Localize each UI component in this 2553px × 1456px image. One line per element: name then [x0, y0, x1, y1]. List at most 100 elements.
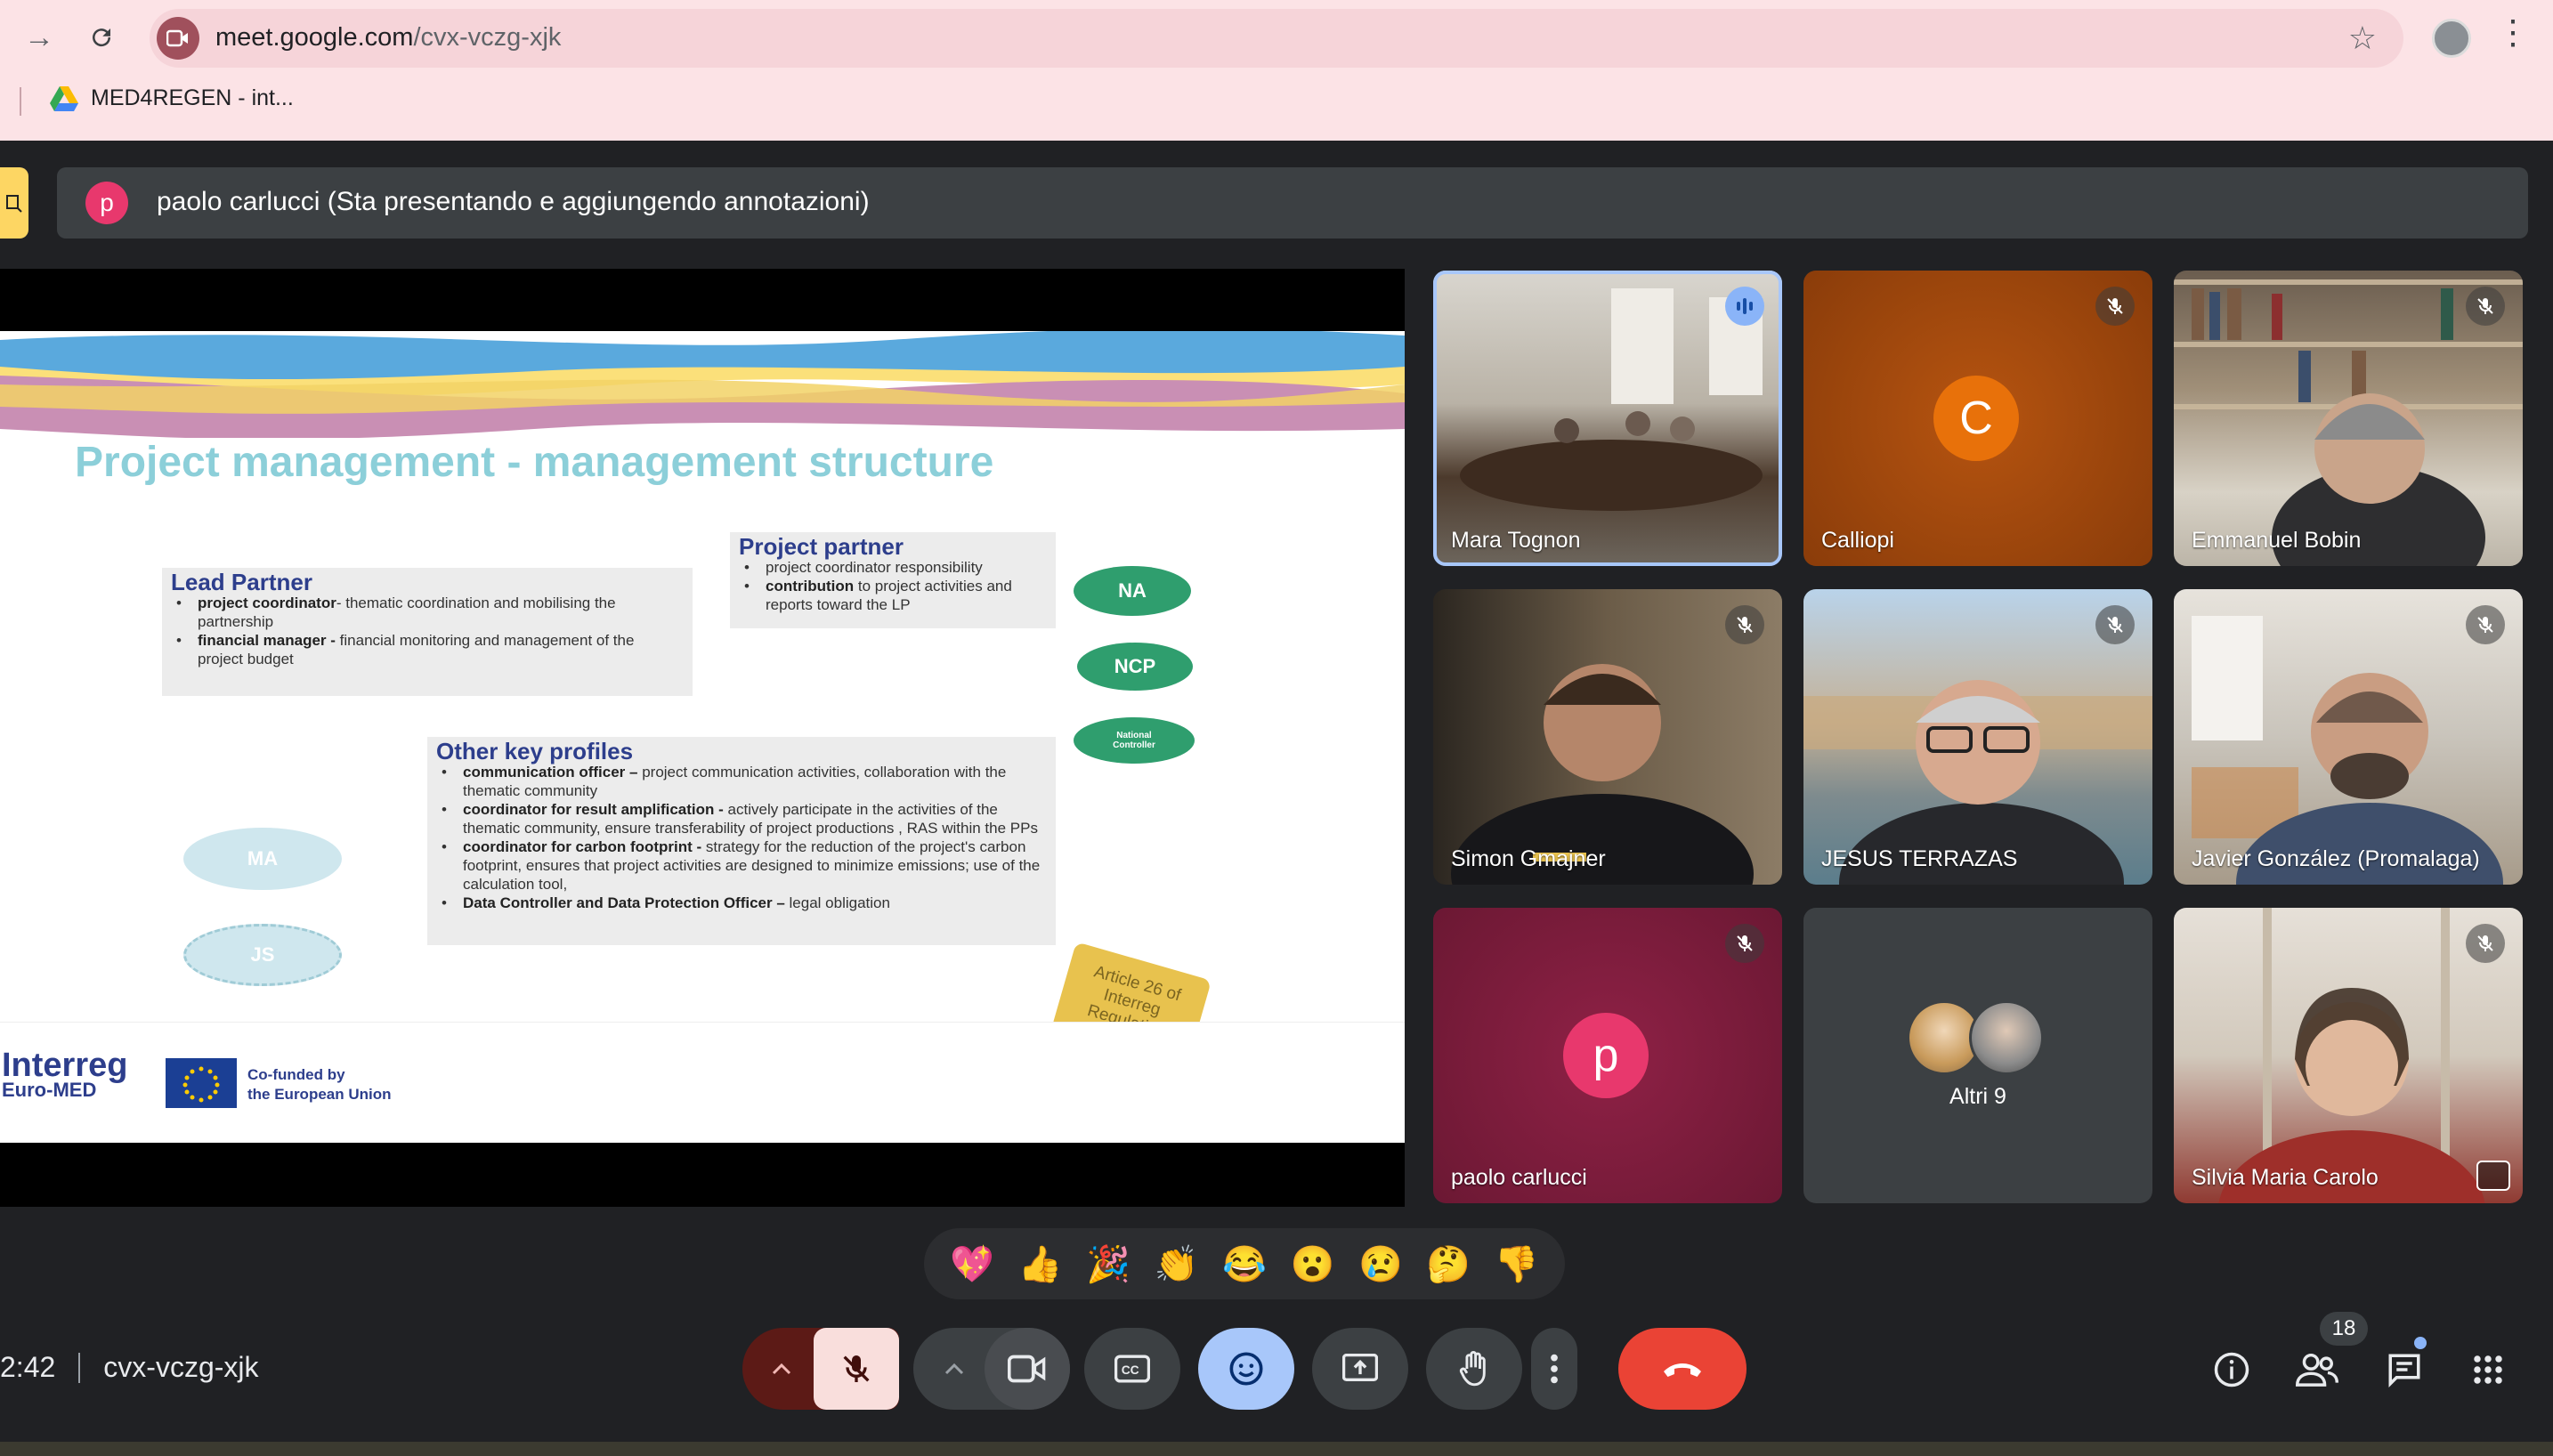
mic-toggle-button[interactable]: [814, 1328, 899, 1410]
participant-avatar: [1969, 1000, 2044, 1075]
more-options-button[interactable]: [1531, 1328, 1577, 1410]
url-text[interactable]: meet.google.com/cvx-vczg-xjk: [215, 23, 561, 53]
forward-icon[interactable]: →: [20, 18, 59, 57]
profile-avatar[interactable]: [2432, 19, 2471, 58]
bookmark-label: MED4REGEN - int...: [91, 85, 294, 110]
presenter-status: paolo carlucci (Sta presentando e aggiun…: [157, 187, 870, 216]
presenter-banner: p paolo carlucci (Sta presentando e aggi…: [57, 167, 2528, 239]
reaction-sparkling-heart[interactable]: 💖: [945, 1243, 999, 1285]
desktop-background-strip: [0, 1442, 2553, 1456]
project-partner-heading: Project partner: [739, 533, 904, 560]
emoji-icon: [1229, 1352, 1263, 1386]
bookmark-med4regen[interactable]: MED4REGEN - int...: [50, 85, 294, 111]
leave-call-button[interactable]: [1618, 1328, 1747, 1410]
participant-name: Simon Gmajner: [1451, 846, 1606, 871]
reactions-button[interactable]: [1198, 1328, 1294, 1410]
reaction-laugh[interactable]: 😂: [1218, 1243, 1271, 1285]
project-partner-box: Project partner project coordinator resp…: [730, 532, 1056, 628]
mic-off-icon: [2466, 605, 2505, 644]
others-avatar-stack: [1907, 1000, 2049, 1075]
presentation-stage[interactable]: Project management - management structur…: [0, 269, 1405, 1207]
slide-header-waves: [0, 331, 1405, 438]
address-bar[interactable]: meet.google.com/cvx-vczg-xjk ☆: [150, 9, 2403, 68]
more-vert-icon: [1551, 1354, 1558, 1384]
info-icon: [2214, 1352, 2249, 1387]
mic-off-icon: [2466, 924, 2505, 963]
speaking-indicator-icon: [1725, 287, 1764, 326]
annotate-icon: [6, 195, 22, 213]
slide-footer: Interreg Euro-MED Co-funded by the Europ…: [0, 1022, 1405, 1143]
interreg-logo: Interreg Euro-MED: [2, 1047, 128, 1101]
participant-tile[interactable]: Simon Gmajner: [1433, 589, 1782, 885]
participant-name: Silvia Maria Carolo: [2192, 1165, 2379, 1190]
present-screen-button[interactable]: [1312, 1328, 1408, 1410]
reaction-surprised[interactable]: 😮: [1285, 1243, 1339, 1285]
participant-tile[interactable]: Javier González (Promalaga): [2174, 589, 2523, 885]
ellipse-ma: MA: [183, 828, 342, 890]
activities-button[interactable]: [2466, 1347, 2510, 1392]
chat-icon: [2388, 1354, 2420, 1387]
lead-partner-item: project coordinator- thematic coordinati…: [171, 594, 684, 631]
participant-name: paolo carlucci: [1451, 1165, 1587, 1190]
participant-name: JESUS TERRAZAS: [1821, 846, 2018, 871]
other-profiles-item: Data Controller and Data Protection Offi…: [436, 894, 1047, 912]
presentation-controls-tab[interactable]: [0, 167, 28, 239]
participant-tile[interactable]: C Calliopi: [1803, 271, 2152, 566]
camera-options-chevron-icon[interactable]: [931, 1328, 977, 1410]
eu-flag-icon: [166, 1058, 237, 1108]
captions-button[interactable]: CC: [1084, 1328, 1180, 1410]
ellipse-na: NA: [1074, 566, 1191, 616]
participant-tile[interactable]: JESUS TERRAZAS: [1803, 589, 2152, 885]
other-key-profiles-box: Other key profiles communication officer…: [427, 737, 1056, 945]
reaction-bar: 💖 👍 🎉 👏 😂 😮 😢 🤔 👎: [924, 1228, 1565, 1299]
meeting-info: 2:42 cvx-vczg-xjk: [0, 1351, 259, 1384]
call-end-icon: [1664, 1363, 1701, 1377]
camera-icon: [1008, 1355, 1046, 1383]
people-icon: [2296, 1354, 2338, 1387]
reaction-sad[interactable]: 😢: [1354, 1243, 1407, 1285]
participant-name: Emmanuel Bobin: [2192, 528, 2362, 553]
chat-unread-dot: [2414, 1337, 2427, 1349]
chat-button[interactable]: [2382, 1347, 2427, 1392]
participant-tile[interactable]: Silvia Maria Carolo: [2174, 908, 2523, 1203]
participant-name: Mara Tognon: [1451, 528, 1581, 553]
project-partner-item: contribution to project activities and r…: [739, 577, 1047, 614]
reaction-thumbs-up[interactable]: 👍: [1014, 1243, 1067, 1285]
participant-name: Javier González (Promalaga): [2192, 846, 2480, 871]
reaction-party[interactable]: 🎉: [1082, 1243, 1135, 1285]
other-profiles-item: communication officer – project communic…: [436, 763, 1047, 800]
camera-toggle-button[interactable]: [985, 1328, 1070, 1410]
presenter-avatar: p: [85, 182, 128, 224]
others-tile[interactable]: Altri 9: [1803, 908, 2152, 1203]
mic-off-icon: [1725, 605, 1764, 644]
lead-partner-item: financial manager - financial monitoring…: [171, 631, 684, 668]
ellipse-ncp: NCP: [1077, 643, 1193, 691]
bookmark-separator: [20, 87, 21, 116]
project-partner-item: project coordinator responsibility: [739, 558, 1047, 577]
meeting-code: cvx-vczg-xjk: [103, 1351, 259, 1383]
mic-off-icon: [2095, 287, 2135, 326]
mic-off-icon: [2466, 287, 2505, 326]
reaction-thinking[interactable]: 🤔: [1422, 1243, 1475, 1285]
people-button[interactable]: [2295, 1347, 2339, 1392]
picture-in-picture-icon[interactable]: [2476, 1161, 2510, 1191]
reaction-thumbs-down[interactable]: 👎: [1490, 1243, 1544, 1285]
mic-off-icon: [2095, 605, 2135, 644]
lead-partner-box: Lead Partner project coordinator- themat…: [162, 568, 693, 696]
participant-tile[interactable]: Emmanuel Bobin: [2174, 271, 2523, 566]
participant-tile[interactable]: p paolo carlucci: [1433, 908, 1782, 1203]
closed-captions-icon: CC: [1114, 1355, 1150, 1383]
meeting-time: 2:42: [0, 1351, 56, 1383]
mic-options-chevron-icon[interactable]: [758, 1328, 805, 1410]
participant-tile[interactable]: Mara Tognon: [1433, 271, 1782, 566]
reload-icon[interactable]: [82, 18, 121, 57]
reaction-clap[interactable]: 👏: [1150, 1243, 1204, 1285]
mic-off-icon: [1725, 924, 1764, 963]
bookmark-star-icon[interactable]: ☆: [2348, 20, 2377, 57]
lead-partner-heading: Lead Partner: [171, 569, 312, 595]
meeting-details-button[interactable]: [2209, 1347, 2254, 1392]
raise-hand-button[interactable]: [1426, 1328, 1522, 1410]
info-divider: [78, 1352, 81, 1383]
browser-menu-icon[interactable]: ⋮: [2496, 16, 2530, 50]
other-profiles-item: coordinator for result amplification - a…: [436, 800, 1047, 837]
